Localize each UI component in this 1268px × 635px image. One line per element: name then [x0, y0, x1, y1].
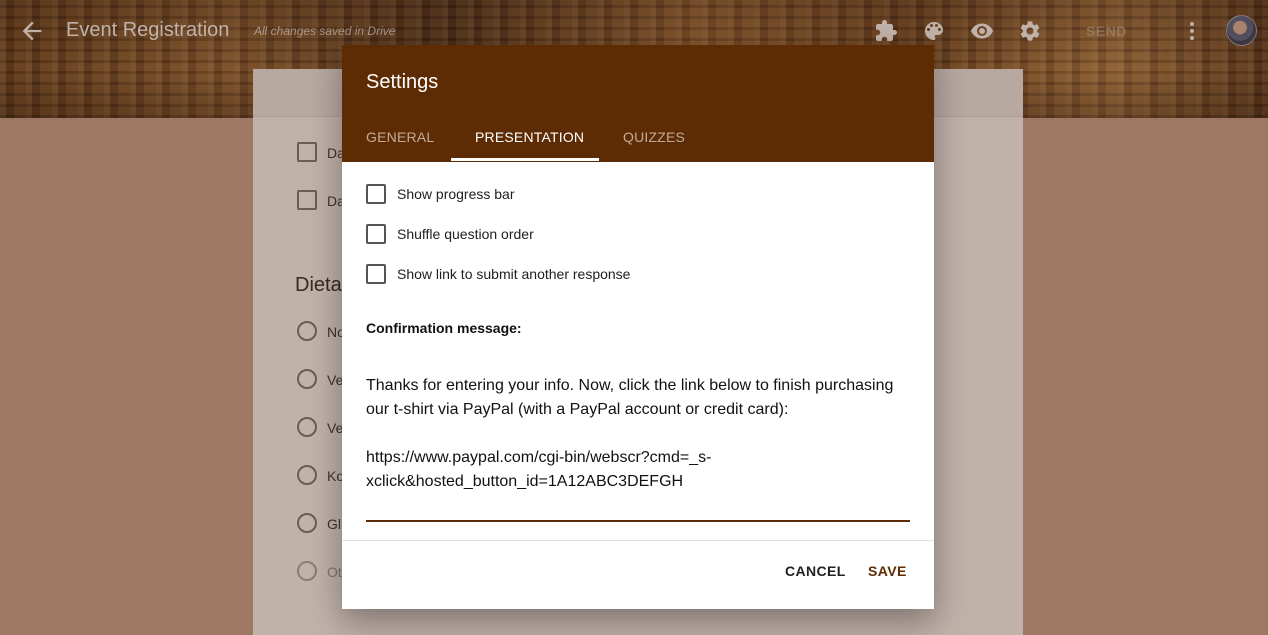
dialog-title: Settings [366, 71, 439, 93]
cancel-button[interactable]: CANCEL [785, 563, 846, 579]
dialog-header: Settings GENERAL PRESENTATION QUIZZES [342, 45, 934, 162]
tab-presentation[interactable]: PRESENTATION [475, 129, 584, 145]
option-shuffle-question-order[interactable]: Shuffle question order [366, 224, 534, 244]
dialog-footer: CANCEL SAVE [342, 540, 934, 609]
option-show-submit-another-link[interactable]: Show link to submit another response [366, 264, 630, 284]
dialog-body: Show progress bar Shuffle question order… [342, 162, 934, 540]
option-label: Shuffle question order [397, 226, 534, 242]
checkbox[interactable] [366, 224, 386, 244]
option-label: Show link to submit another response [397, 266, 631, 282]
checkbox[interactable] [366, 264, 386, 284]
tab-quizzes[interactable]: QUIZZES [623, 129, 685, 145]
tab-general[interactable]: GENERAL [366, 129, 434, 145]
settings-dialog: Settings GENERAL PRESENTATION QUIZZES Sh… [342, 45, 934, 609]
input-underline [366, 520, 910, 522]
confirmation-message-input[interactable]: Thanks for entering your info. Now, clic… [366, 374, 911, 494]
checkbox[interactable] [366, 184, 386, 204]
option-show-progress-bar[interactable]: Show progress bar [366, 184, 515, 204]
option-label: Show progress bar [397, 186, 515, 202]
active-tab-indicator [451, 158, 599, 161]
confirmation-message-label: Confirmation message: [366, 320, 522, 336]
save-button[interactable]: SAVE [868, 563, 907, 579]
